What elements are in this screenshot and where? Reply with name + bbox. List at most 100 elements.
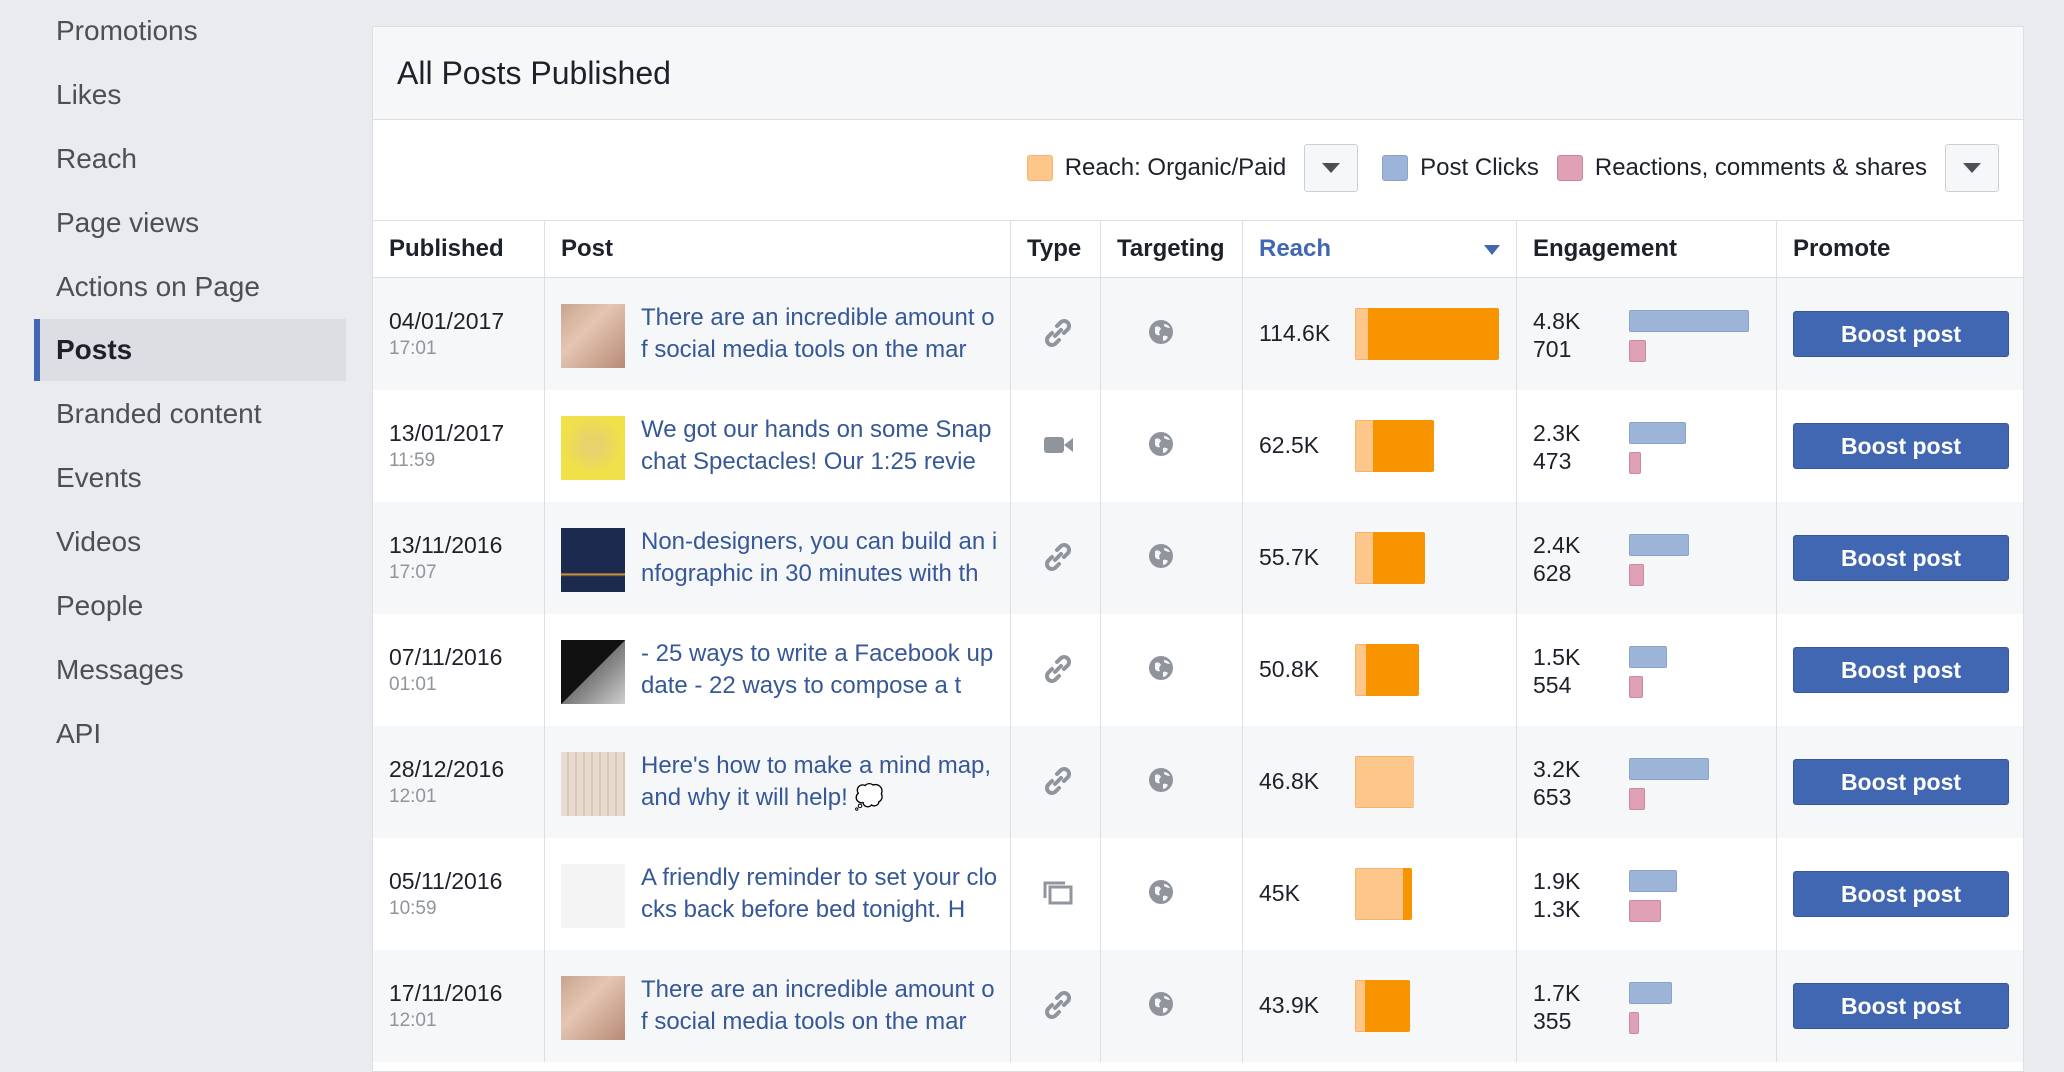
post-cell: - 25 ways to write a Facebook update - 2… xyxy=(545,614,1011,726)
reach-metric-dropdown[interactable] xyxy=(1304,144,1359,192)
boost-post-button[interactable]: Boost post xyxy=(1793,423,2009,469)
boost-post-button[interactable]: Boost post xyxy=(1793,535,2009,581)
engagement-cell: 1.5K 554 xyxy=(1517,614,1777,726)
post-thumbnail[interactable] xyxy=(561,640,625,704)
reach-bar[interactable] xyxy=(1355,532,1425,584)
published-time: 17:01 xyxy=(389,338,437,359)
post-thumbnail[interactable] xyxy=(561,416,625,480)
sidebar-item-label: Posts xyxy=(56,334,133,365)
post-thumbnail[interactable] xyxy=(561,864,625,928)
post-clicks-bar[interactable] xyxy=(1629,646,1667,668)
reach-value: 45K xyxy=(1259,880,1300,906)
boost-post-button[interactable]: Boost post xyxy=(1793,311,2009,357)
legend-reactions-label: Reactions, comments & shares xyxy=(1594,154,1927,181)
post-clicks-bar[interactable] xyxy=(1629,310,1749,332)
post-link[interactable]: There are an incredible amount of social… xyxy=(641,302,1001,366)
post-clicks-bar[interactable] xyxy=(1629,870,1677,892)
reach-paid-segment xyxy=(1368,308,1499,360)
reach-organic-segment xyxy=(1355,308,1368,360)
sidebar-item-api[interactable]: API xyxy=(34,703,346,765)
reach-bar[interactable] xyxy=(1355,308,1499,360)
reach-paid-segment xyxy=(1373,420,1434,472)
boost-post-button[interactable]: Boost post xyxy=(1793,759,2009,805)
sidebar-item-videos[interactable]: Videos xyxy=(34,511,346,573)
reach-value: 114.6K xyxy=(1259,320,1331,346)
reach-organic-segment xyxy=(1355,868,1403,920)
sidebar-item-actions-on-page[interactable]: Actions on Page xyxy=(34,256,346,318)
globe-icon xyxy=(1147,430,1175,458)
published-date: 07/11/2016 xyxy=(389,644,503,670)
sidebar-item-branded-content[interactable]: Branded content xyxy=(34,383,346,445)
post-link[interactable]: There are an incredible amount of social… xyxy=(641,974,1001,1038)
boost-post-button[interactable]: Boost post xyxy=(1793,871,2009,917)
link-icon xyxy=(1041,988,1075,1022)
sidebar: Promotions Likes Reach Page views Action… xyxy=(0,0,346,1072)
sidebar-item-page-views[interactable]: Page views xyxy=(34,192,346,254)
sidebar-item-messages[interactable]: Messages xyxy=(34,639,346,701)
table-row: 17/11/2016 12:01 There are an incredible a… xyxy=(373,950,2023,1062)
reach-paid-segment xyxy=(1373,532,1425,584)
post-clicks-bar[interactable] xyxy=(1629,534,1689,556)
post-thumbnail[interactable] xyxy=(561,528,625,592)
post-thumbnail[interactable] xyxy=(561,304,625,368)
post-link[interactable]: Here's how to make a mind map, and why i… xyxy=(641,750,1001,814)
reach-value: 43.9K xyxy=(1259,992,1320,1018)
sidebar-item-likes[interactable]: Likes xyxy=(34,64,346,126)
post-thumbnail[interactable] xyxy=(561,752,625,816)
post-link[interactable]: Non-designers, you can build an infograp… xyxy=(641,526,1001,590)
promote-cell: Boost post xyxy=(1777,278,2023,390)
reach-value: 46.8K xyxy=(1259,768,1320,794)
column-promote: Promote xyxy=(1777,221,2023,277)
sidebar-item-promotions[interactable]: Promotions xyxy=(34,0,346,62)
boost-post-button[interactable]: Boost post xyxy=(1793,647,2009,693)
post-clicks-value: 4.8K xyxy=(1533,308,1581,334)
reach-bar[interactable] xyxy=(1355,420,1434,472)
published-date: 05/11/2016 xyxy=(389,868,503,894)
reactions-bar[interactable] xyxy=(1629,788,1645,810)
engagement-metric-dropdown[interactable] xyxy=(1945,144,1999,192)
reach-bar[interactable] xyxy=(1355,644,1419,696)
table-header: Published Post Type Targeting Reach Enga… xyxy=(373,220,2023,278)
sidebar-item-people[interactable]: People xyxy=(34,575,346,637)
reach-paid-segment xyxy=(1403,868,1412,920)
targeting-cell xyxy=(1101,278,1243,390)
post-clicks-bar[interactable] xyxy=(1629,422,1686,444)
reactions-bar[interactable] xyxy=(1629,452,1641,474)
sidebar-item-label: Actions on Page xyxy=(56,271,260,302)
post-link[interactable]: We got our hands on some Snapchat Specta… xyxy=(641,414,1001,478)
published-cell: 13/01/2017 11:59 xyxy=(373,390,545,502)
column-targeting: Targeting xyxy=(1101,221,1243,277)
published-time: 12:01 xyxy=(389,786,437,807)
post-clicks-bar[interactable] xyxy=(1629,982,1672,1004)
post-clicks-value: 3.2K xyxy=(1533,756,1581,782)
reactions-bar[interactable] xyxy=(1629,1012,1639,1034)
column-reach[interactable]: Reach xyxy=(1243,221,1517,277)
reactions-bar[interactable] xyxy=(1629,676,1643,698)
published-cell: 13/11/2016 17:07 xyxy=(373,502,545,614)
post-clicks-bar[interactable] xyxy=(1629,758,1709,780)
reach-organic-segment xyxy=(1355,980,1365,1032)
reach-bar[interactable] xyxy=(1355,756,1414,808)
sidebar-item-posts[interactable]: Posts xyxy=(34,319,346,381)
engagement-cell: 4.8K 701 xyxy=(1517,278,1777,390)
post-thumbnail[interactable] xyxy=(561,976,625,1040)
post-link[interactable]: A friendly reminder to set your clocks b… xyxy=(641,862,1001,926)
column-published[interactable]: Published xyxy=(373,221,545,277)
reach-organic-segment xyxy=(1355,420,1373,472)
reach-bar[interactable] xyxy=(1355,868,1412,920)
reach-bar[interactable] xyxy=(1355,980,1410,1032)
post-link[interactable]: - 25 ways to write a Facebook update - 2… xyxy=(641,638,1001,702)
album-icon xyxy=(1041,876,1075,910)
reactions-value: 473 xyxy=(1533,448,1572,474)
column-engagement[interactable]: Engagement xyxy=(1517,221,1777,277)
sidebar-item-reach[interactable]: Reach xyxy=(34,128,346,190)
reactions-bar[interactable] xyxy=(1629,340,1646,362)
sidebar-item-events[interactable]: Events xyxy=(34,447,346,509)
engagement-cell: 1.9K 1.3K xyxy=(1517,838,1777,950)
type-cell xyxy=(1011,950,1101,1062)
published-time: 01:01 xyxy=(389,674,437,695)
reactions-bar[interactable] xyxy=(1629,564,1644,586)
reactions-bar[interactable] xyxy=(1629,900,1661,922)
boost-post-button[interactable]: Boost post xyxy=(1793,983,2009,1029)
promote-cell: Boost post xyxy=(1777,838,2023,950)
